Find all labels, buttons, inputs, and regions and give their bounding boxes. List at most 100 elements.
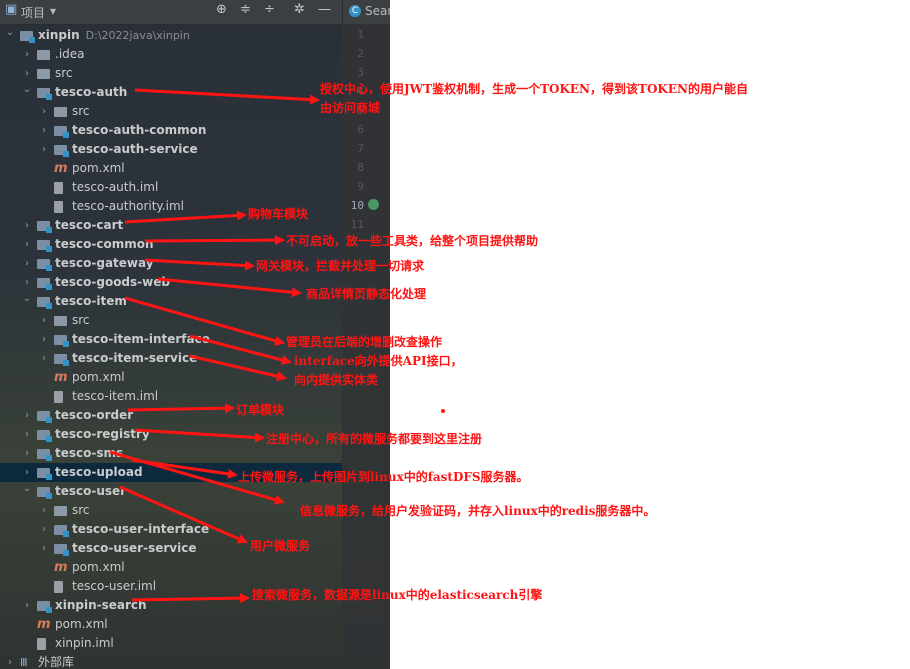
- tree-item[interactable]: xinpin.iml: [0, 634, 342, 653]
- annotation-common: 不可启动，放一些工具类，给整个项目提供帮助: [286, 234, 539, 248]
- tree-item-name: src: [55, 66, 73, 80]
- tree-item[interactable]: m pom.xml: [0, 615, 342, 634]
- tree-item[interactable]: › src: [0, 311, 342, 330]
- tree-item[interactable]: › src: [0, 501, 342, 520]
- chevron-right-icon[interactable]: ›: [21, 216, 33, 235]
- chevron-down-icon[interactable]: ⌄: [4, 23, 16, 42]
- chevron-down-icon[interactable]: ⌄: [21, 80, 33, 99]
- tree-item-name: tesco-gateway: [55, 256, 154, 270]
- tree-item[interactable]: ⌄ tesco-item: [0, 292, 342, 311]
- module-folder-icon: [37, 297, 52, 309]
- maven-icon: m: [54, 161, 68, 176]
- tree-item-name: tesco-user: [55, 484, 127, 498]
- iml-file-icon: [54, 201, 63, 213]
- tree-item[interactable]: tesco-auth.iml: [0, 178, 342, 197]
- module-folder-icon: [54, 335, 69, 347]
- annotation-gateway: 网关模块，拦截并处理一切请求: [256, 259, 425, 273]
- gear-icon[interactable]: ✲: [294, 2, 305, 17]
- line-number: 1: [357, 28, 364, 41]
- tree-item-name: 外部库: [38, 655, 75, 669]
- chevron-right-icon[interactable]: ›: [38, 330, 50, 349]
- annotation-item-line3: 向内提供实体类: [294, 373, 379, 387]
- chevron-right-icon[interactable]: ›: [21, 425, 33, 444]
- annotation-auth-line2: 由访问商城: [320, 101, 381, 115]
- annotation-item-line1: 管理员在后端的增删改查操作: [286, 335, 443, 349]
- tree-item-name: tesco-order: [55, 408, 134, 422]
- project-view-label[interactable]: 项目: [21, 4, 45, 21]
- tree-item-name: src: [72, 104, 90, 118]
- tree-item-label: pom.xml: [55, 615, 108, 634]
- tree-item-name: tesco-item.iml: [72, 389, 159, 403]
- library-icon: Ⅲ: [20, 656, 28, 669]
- project-view-icon[interactable]: ▣: [5, 2, 17, 17]
- tree-item[interactable]: › tesco-auth-service: [0, 140, 342, 159]
- chevron-right-icon[interactable]: ›: [38, 349, 50, 368]
- chevron-right-icon[interactable]: ›: [21, 254, 33, 273]
- tree-item-name: src: [72, 313, 90, 327]
- module-folder-icon: [37, 468, 52, 480]
- tree-item-name: tesco-cart: [55, 218, 124, 232]
- annotation-item-line2: interface向外提供API接口，: [294, 354, 463, 368]
- tree-item-name: tesco-authority.iml: [72, 199, 184, 213]
- tree-item[interactable]: m pom.xml: [0, 558, 342, 577]
- tree-item[interactable]: › .idea: [0, 45, 342, 64]
- module-folder-icon: [54, 126, 69, 138]
- target-icon[interactable]: ⊕: [216, 2, 227, 17]
- tree-item-name: tesco-registry: [55, 427, 150, 441]
- chevron-right-icon[interactable]: ›: [21, 45, 33, 64]
- tree-item[interactable]: ⌄ xinpin D:\2022java\xinpin: [0, 26, 342, 45]
- tree-item[interactable]: › tesco-user-interface: [0, 520, 342, 539]
- chevron-right-icon[interactable]: ›: [38, 520, 50, 539]
- editor-tab-label[interactable]: Sear: [365, 4, 390, 18]
- chevron-right-icon[interactable]: ›: [38, 121, 50, 140]
- chevron-right-icon[interactable]: ›: [38, 539, 50, 558]
- chevron-right-icon[interactable]: ›: [38, 501, 50, 520]
- module-folder-icon: [37, 487, 52, 499]
- chevron-down-icon[interactable]: ▾: [50, 4, 56, 18]
- run-gutter-icon[interactable]: [368, 199, 379, 210]
- tree-item[interactable]: › src: [0, 64, 342, 83]
- class-icon: C: [349, 5, 361, 17]
- tree-item-label: tesco-item-interface: [72, 330, 210, 349]
- tree-item-label: tesco-user-service: [72, 539, 196, 558]
- tree-item[interactable]: ⌄ tesco-auth: [0, 83, 342, 102]
- module-folder-icon: [37, 88, 52, 100]
- tree-item[interactable]: m pom.xml: [0, 368, 342, 387]
- maven-icon: m: [54, 560, 68, 575]
- collapse-all-icon[interactable]: ÷: [264, 2, 275, 17]
- annotation-registry: 注册中心，所有的微服务都要到这里注册: [266, 432, 483, 446]
- maven-icon: m: [54, 370, 68, 385]
- chevron-down-icon[interactable]: ⌄: [21, 289, 33, 308]
- minimize-icon[interactable]: —: [318, 2, 331, 17]
- tree-item-name: tesco-user.iml: [72, 579, 157, 593]
- annotation-sms: 信息微服务，给用户发验证码，并存入linux中的redis服务器中。: [300, 504, 656, 518]
- tree-item-label: tesco-gateway: [55, 254, 154, 273]
- chevron-right-icon[interactable]: ›: [21, 444, 33, 463]
- tree-item-name: tesco-item-interface: [72, 332, 210, 346]
- tree-item[interactable]: › tesco-auth-common: [0, 121, 342, 140]
- tree-item[interactable]: tesco-item.iml: [0, 387, 342, 406]
- tree-item[interactable]: m pom.xml: [0, 159, 342, 178]
- chevron-right-icon[interactable]: ›: [21, 235, 33, 254]
- tree-item[interactable]: › tesco-item-service: [0, 349, 342, 368]
- chevron-right-icon[interactable]: ›: [21, 406, 33, 425]
- tree-item[interactable]: › src: [0, 102, 342, 121]
- module-folder-icon: [54, 525, 69, 537]
- editor-tab[interactable]: C Sear: [342, 0, 390, 24]
- tree-item[interactable]: › Ⅲ 外部库: [0, 653, 342, 669]
- chevron-right-icon[interactable]: ›: [38, 102, 50, 121]
- chevron-right-icon[interactable]: ›: [21, 596, 33, 615]
- chevron-down-icon[interactable]: ⌄: [21, 479, 33, 498]
- tree-item[interactable]: › tesco-goods-web: [0, 273, 342, 292]
- chevron-right-icon[interactable]: ›: [38, 140, 50, 159]
- expand-all-icon[interactable]: ≑: [240, 2, 251, 17]
- chevron-right-icon[interactable]: ›: [38, 311, 50, 330]
- module-folder-icon: [54, 354, 69, 366]
- tree-item[interactable]: › tesco-order: [0, 406, 342, 425]
- tree-item-label: tesco-authority.iml: [72, 197, 184, 216]
- module-folder-icon: [37, 240, 52, 252]
- tree-item-name: tesco-auth-common: [72, 123, 207, 137]
- annotation-upload: 上传微服务，上传图片到linux中的fastDFS服务器。: [238, 470, 529, 484]
- tree-item-name: tesco-sms: [55, 446, 124, 460]
- chevron-right-icon[interactable]: ›: [4, 653, 16, 669]
